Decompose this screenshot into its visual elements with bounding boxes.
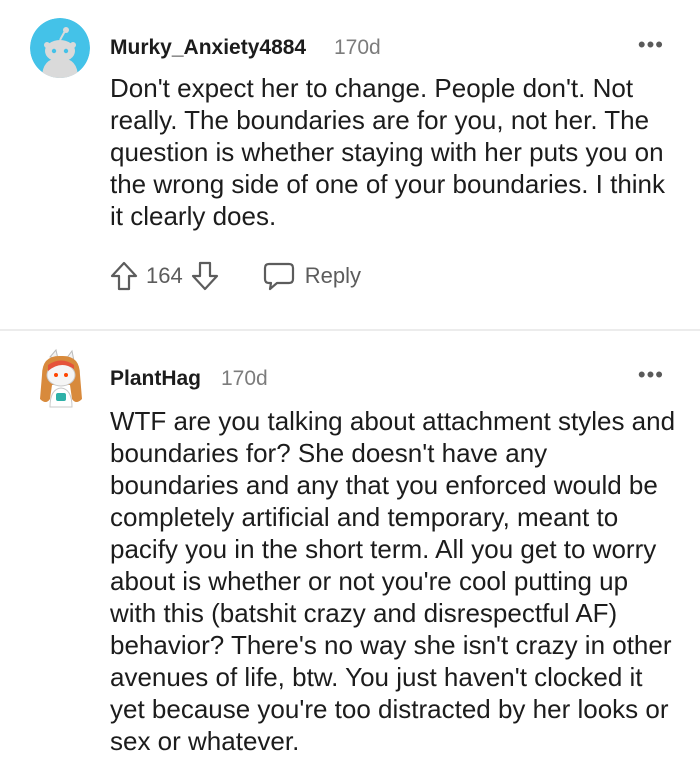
comment-username[interactable]: PlantHag xyxy=(110,367,201,391)
comment-body: WTF are you talking about attachment sty… xyxy=(110,406,676,756)
comment: PlantHag 170d ••• WTF are you talking ab… xyxy=(0,0,700,775)
comment-age: 170d xyxy=(221,367,268,390)
more-options-icon[interactable]: ••• xyxy=(638,364,664,386)
